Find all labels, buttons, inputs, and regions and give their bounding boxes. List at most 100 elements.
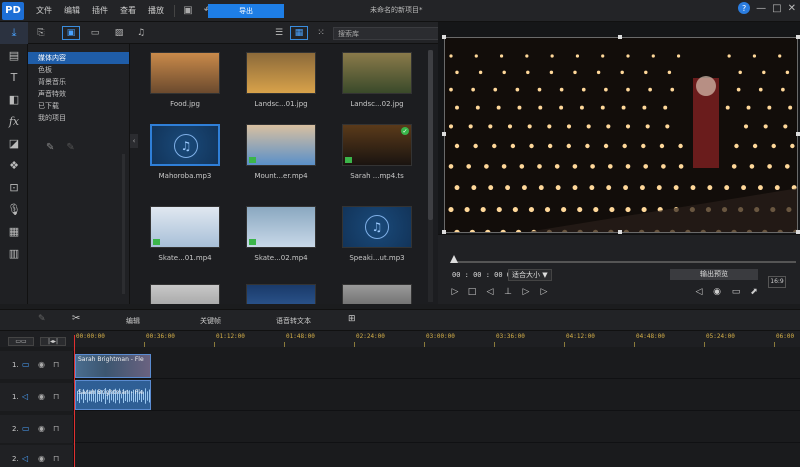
voice-room-icon[interactable]: 🎙 [0,198,28,220]
camera-icon[interactable]: ◉ [711,287,723,297]
next-frame-icon[interactable]: ▷ [520,287,532,297]
media-thumbnail[interactable] [150,52,220,94]
play-icon[interactable]: ▷ [449,287,461,297]
video-track-icon[interactable]: ▭ [22,424,30,433]
scissors-icon[interactable]: ✂ [72,313,80,324]
fit-size-dropdown[interactable]: 适合大小 ▼ [508,269,552,281]
keyframe-button[interactable]: 关键帧 [200,316,221,326]
export-button[interactable]: 导出 [208,4,284,18]
media-thumbnail[interactable] [150,206,220,248]
grid-view-icon[interactable]: ▦ [290,26,308,40]
media-thumbnail[interactable] [246,52,316,94]
media-thumbnail[interactable] [246,284,316,304]
import-icon[interactable]: ⤓ [0,22,28,44]
media-tile[interactable]: Skate...02.mp4 [246,206,320,262]
audio-track-icon[interactable]: ◁ [22,392,28,401]
media-thumbnail[interactable]: ♫ [150,124,220,166]
lock-icon[interactable]: ⊓ [53,454,59,463]
media-tile[interactable]: Food.jpg [150,52,224,108]
pen-icon[interactable]: ✎ [38,314,46,324]
timeline-track[interactable]: 2. ◁ ◉ ⊓ [0,445,800,467]
edit-button[interactable]: 编辑 [126,316,140,326]
add-tag-icon[interactable]: ✎ [46,142,54,153]
volume-icon[interactable]: ◁ [693,287,705,297]
visibility-eye-icon[interactable]: ◉ [38,360,45,369]
more-grid-icon[interactable]: ⁙ [312,26,330,40]
help-icon[interactable]: ? [738,2,751,14]
undock-icon[interactable]: ⬈ [748,287,760,297]
menu-plugins[interactable]: 插件 [92,5,108,16]
video-track-icon[interactable]: ▭ [22,360,30,369]
image-filter-icon[interactable]: ▨ [110,26,128,40]
track-manager-button[interactable]: ▭▭ [8,337,34,346]
timeline-track[interactable]: 2. ▭ ◉ ⊓ [0,415,800,443]
close-icon[interactable]: ✕ [788,3,796,14]
fast-forward-icon[interactable]: ▷ [538,287,550,297]
pip-room-icon[interactable]: ◪ [0,132,28,154]
menu-edit[interactable]: 编辑 [64,5,80,16]
resize-handle-tl[interactable] [442,35,446,39]
stop-icon[interactable]: □ [466,287,478,297]
media-tile[interactable] [342,284,416,304]
save-icon[interactable]: ▣ [181,4,195,18]
media-room-icon[interactable]: ▤ [0,44,28,66]
transition-room-icon[interactable]: ◧ [0,88,28,110]
lock-icon[interactable]: ⊓ [53,360,59,369]
category-scrollbar[interactable] [122,154,125,294]
prev-frame-icon[interactable]: ◁ [484,287,496,297]
visibility-eye-icon[interactable]: ◉ [38,424,45,433]
media-scrollbar-thumb[interactable] [428,50,433,220]
library-search-input[interactable]: 搜索库 ⌕ [333,27,455,40]
timeline-ruler[interactable]: 00:00:00 00:36:00 01:12:00 01:48:00 02:24:00… [74,331,800,347]
media-thumbnail[interactable] [246,206,316,248]
media-thumbnail[interactable] [342,52,412,94]
media-tile[interactable]: ♫ Speaki...ut.mp3 [342,206,416,262]
display-icon[interactable]: ▭ [730,287,742,297]
media-tile[interactable]: Landsc...01.jpg [246,52,320,108]
resize-handle-tm[interactable] [618,35,622,39]
media-filter-all-icon[interactable]: ▣ [62,26,80,40]
import-media-icon[interactable]: ⎘ [32,26,50,40]
tools-menu-icon[interactable]: ⊞ [348,314,356,324]
media-tile[interactable]: ✓ Sarah ...mp4.ts [342,124,416,180]
effect-room-icon[interactable]: fx [0,110,28,132]
preview-seek-bar[interactable] [452,261,796,263]
collapse-panel-handle[interactable]: ‹ [130,134,138,148]
media-thumbnail[interactable] [150,284,220,304]
category-media-content[interactable]: 媒体内容 [28,52,129,64]
audio-filter-icon[interactable]: ♫ [132,26,150,40]
chapter-room-icon[interactable]: ▦ [0,220,28,242]
category-my-projects[interactable]: 我的项目 [28,112,129,124]
lock-icon[interactable]: ⊓ [53,424,59,433]
preview-canvas[interactable] [444,37,798,233]
resize-handle-tr[interactable] [796,35,800,39]
output-preview-button[interactable]: 输出预览 [670,269,758,280]
menu-file[interactable]: 文件 [36,5,52,16]
list-view-icon[interactable]: ☰ [270,26,288,40]
speech-to-text-button[interactable]: 语音转文本 [276,316,311,326]
timeline-playhead[interactable] [74,335,75,467]
media-tile[interactable] [246,284,320,304]
media-thumbnail[interactable] [246,124,316,166]
fit-timeline-button[interactable]: |◂▸| [40,337,66,346]
menu-play[interactable]: 播放 [148,5,164,16]
menu-view[interactable]: 查看 [120,5,136,16]
media-tile[interactable]: Landsc...02.jpg [342,52,416,108]
minimize-icon[interactable]: — [756,3,766,14]
media-thumbnail[interactable]: ♫ [342,206,412,248]
category-sound-effects[interactable]: 声音特效 [28,88,129,100]
media-tile[interactable] [150,284,224,304]
particle-room-icon[interactable]: ❖ [0,154,28,176]
category-background-music[interactable]: 背景音乐 [28,76,129,88]
category-downloaded[interactable]: 已下载 [28,100,129,112]
video-clip[interactable]: Sarah Brightman - Fle [75,354,151,378]
audio-clip[interactable]: Sarah Brightman - Fle [75,380,151,410]
media-thumbnail[interactable] [342,284,412,304]
audio-track-icon[interactable]: ◁ [22,454,28,463]
visibility-eye-icon[interactable]: ◉ [38,454,45,463]
lock-icon[interactable]: ⊓ [53,392,59,401]
category-color-boards[interactable]: 色板 [28,64,129,76]
media-tile[interactable]: Skate...01.mp4 [150,206,224,262]
subtitle-room-icon[interactable]: ⊡ [0,176,28,198]
media-tile[interactable]: ♫ Mahoroba.mp3 [150,124,224,180]
